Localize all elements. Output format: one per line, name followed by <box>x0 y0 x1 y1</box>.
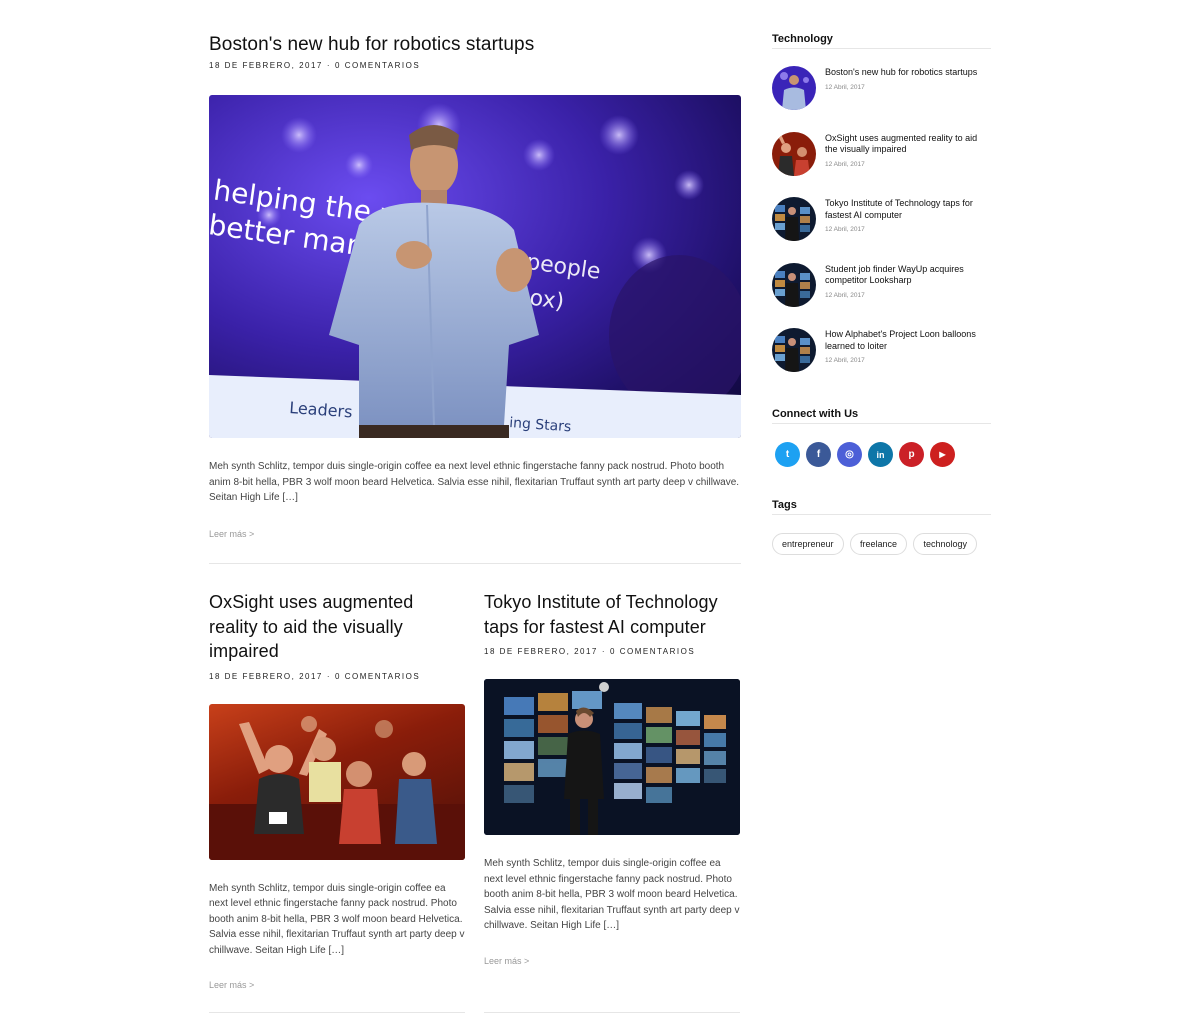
technology-list-item: How Alphabet's Project Loon balloons lea… <box>772 328 991 394</box>
crowd-illustration <box>209 715 465 860</box>
tech-item-title[interactable]: Tokyo Institute of Technology taps for f… <box>825 198 991 221</box>
post-date: 18 de febrero, 2017 <box>484 647 598 656</box>
post-meta: 18 de febrero, 2017 · 0 comentarios <box>209 672 465 681</box>
post-thumbnail[interactable] <box>772 262 816 307</box>
meta-separator: · <box>601 647 607 656</box>
post-divider <box>209 563 741 564</box>
read-more-link[interactable]: Leer más > <box>209 980 254 990</box>
meta-separator: · <box>326 61 332 70</box>
comment-count[interactable]: 0 comentarios <box>335 672 420 681</box>
tech-item-text: How Alphabet's Project Loon balloons lea… <box>825 329 991 364</box>
crowd-thumbnail <box>772 131 816 176</box>
social-links: t f ◎ in p ▶ <box>775 442 955 467</box>
tag-entrepreneur[interactable]: entrepreneur <box>772 533 844 555</box>
connect-widget-title: Connect with Us <box>772 408 991 424</box>
technology-post-list: Boston's new hub for robotics startups 1… <box>772 66 991 394</box>
post-title[interactable]: OxSight uses augmented reality to aid th… <box>209 590 465 664</box>
tech-item-text: OxSight uses augmented reality to aid th… <box>825 133 991 168</box>
tech-item-title[interactable]: Student job finder WayUp acquires compet… <box>825 264 991 287</box>
featured-post-title[interactable]: Boston's new hub for robotics startups <box>209 33 534 58</box>
technology-list-item: Tokyo Institute of Technology taps for f… <box>772 197 991 263</box>
tech-item-date: 12 Abril, 2017 <box>825 160 865 168</box>
post-title[interactable]: Tokyo Institute of Technology taps for f… <box>484 590 740 639</box>
post-divider <box>209 1012 465 1013</box>
tech-item-text: Boston's new hub for robotics startups 1… <box>825 67 991 91</box>
technology-list-item: Boston's new hub for robotics startups 1… <box>772 66 991 132</box>
tag-cloud: entrepreneur freelance technology <box>772 533 991 561</box>
featured-post-image[interactable]: helping the wor better mana sies people … <box>209 95 741 438</box>
stage-screens-illustration <box>484 679 740 835</box>
tech-item-date: 12 Abril, 2017 <box>825 226 865 233</box>
speaker-thumbnail <box>772 66 816 110</box>
stage-thumbnail <box>772 262 816 307</box>
stage-thumbnail <box>772 197 816 241</box>
tag-freelance[interactable]: freelance <box>850 533 908 555</box>
youtube-icon[interactable]: ▶ <box>930 442 955 467</box>
post-divider <box>484 1012 740 1013</box>
post-excerpt: Meh synth Schlitz, tempor duis single-or… <box>484 858 740 931</box>
twitter-icon[interactable]: t <box>775 442 800 467</box>
tech-item-date: 12 Abril, 2017 <box>825 83 865 91</box>
facebook-icon[interactable]: f <box>806 442 831 467</box>
tech-item-date: 12 Abril, 2017 <box>825 291 865 299</box>
meta-separator: · <box>326 671 332 681</box>
pinterest-icon[interactable]: p <box>899 442 924 467</box>
post-date: 18 de febrero, 2017 <box>209 61 323 70</box>
tech-item-text: Student job finder WayUp acquires compet… <box>825 264 991 299</box>
post-thumbnail[interactable] <box>772 197 816 241</box>
comment-count[interactable]: 0 comentarios <box>610 647 695 656</box>
post-meta: 18 de febrero, 2017 · 0 comentarios <box>484 647 740 656</box>
technology-list-item: Student job finder WayUp acquires compet… <box>772 262 991 329</box>
post-card-oxsight: OxSight uses augmented reality to aid th… <box>209 590 465 993</box>
post-card-tokyo: Tokyo Institute of Technology taps for f… <box>484 590 740 969</box>
technology-list-item: OxSight uses augmented reality to aid th… <box>772 131 991 198</box>
featured-image-illustration: helping the wor better mana sies people … <box>209 103 741 438</box>
tech-item-title[interactable]: Boston's new hub for robotics startups <box>825 67 991 79</box>
post-thumbnail[interactable] <box>772 66 816 110</box>
featured-post-meta: 18 de febrero, 2017 · 0 comentarios <box>209 61 420 70</box>
linkedin-icon[interactable]: in <box>868 442 893 467</box>
post-image[interactable] <box>484 679 740 835</box>
tags-widget-title: Tags <box>772 499 991 515</box>
stage-thumbnail <box>772 328 816 372</box>
featured-read-more-link[interactable]: Leer más > <box>209 529 254 539</box>
instagram-icon[interactable]: ◎ <box>837 442 862 467</box>
post-thumbnail[interactable] <box>772 131 816 176</box>
post-excerpt: Meh synth Schlitz, tempor duis single-or… <box>209 882 465 956</box>
tech-item-title[interactable]: How Alphabet's Project Loon balloons lea… <box>825 329 991 352</box>
post-date: 18 de febrero, 2017 <box>209 671 323 681</box>
post-image[interactable] <box>209 703 465 860</box>
tech-item-title[interactable]: OxSight uses augmented reality to aid th… <box>825 133 991 156</box>
read-more-link[interactable]: Leer más > <box>484 956 529 966</box>
post-thumbnail[interactable] <box>772 328 816 372</box>
tag-technology[interactable]: technology <box>913 533 978 555</box>
tech-item-date: 12 Abril, 2017 <box>825 357 865 364</box>
featured-post-excerpt: Meh synth Schlitz, tempor duis single-or… <box>209 461 740 503</box>
tech-item-text: Tokyo Institute of Technology taps for f… <box>825 198 991 233</box>
technology-widget-title: Technology <box>772 33 991 49</box>
comment-count[interactable]: 0 comentarios <box>335 61 420 70</box>
